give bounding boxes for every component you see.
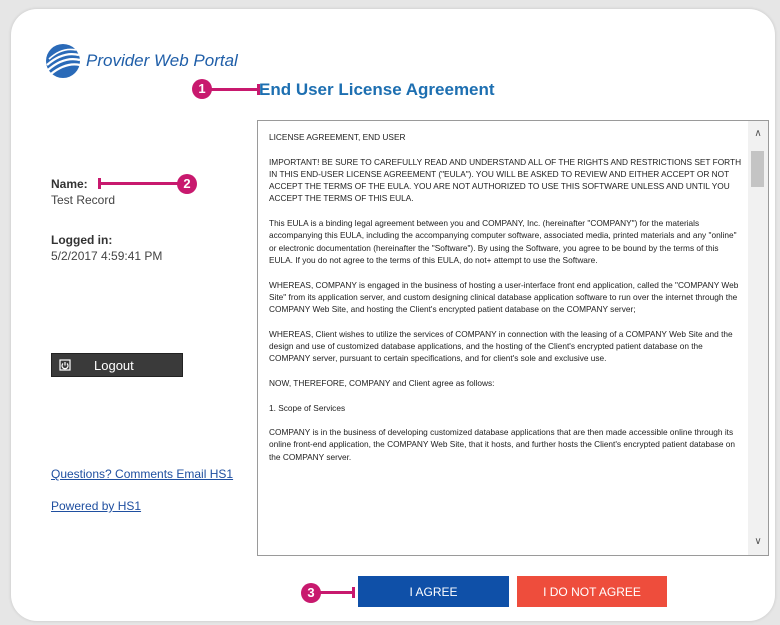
eula-paragraph: IMPORTANT! BE SURE TO CAREFULLY READ AND… bbox=[269, 156, 742, 204]
callout-2-line bbox=[99, 182, 179, 185]
eula-paragraph: LICENSE AGREEMENT, END USER bbox=[269, 132, 406, 142]
logout-label: Logout bbox=[94, 357, 134, 373]
questions-email-link[interactable]: Questions? Comments Email HS1 bbox=[51, 467, 233, 481]
power-icon bbox=[52, 359, 78, 371]
eula-paragraph: This EULA is a binding legal agreement b… bbox=[269, 218, 737, 265]
eula-paragraph: WHEREAS, COMPANY is engaged in the busin… bbox=[269, 279, 739, 315]
callout-1-line bbox=[211, 88, 258, 91]
portal-card: Provider Web Portal 1 End User License A… bbox=[11, 9, 775, 621]
brand-name: Provider Web Portal bbox=[86, 51, 238, 70]
eula-text: LICENSE AGREEMENT, END USER IMPORTANT! BE… bbox=[258, 121, 742, 555]
name-value: Test Record bbox=[51, 193, 116, 207]
callout-1-badge: 1 bbox=[192, 79, 212, 99]
eula-paragraph: 1. Scope of Services bbox=[269, 402, 346, 413]
callout-3-line bbox=[320, 591, 353, 594]
name-label: Name: bbox=[51, 177, 88, 191]
eula-textbox[interactable]: LICENSE AGREEMENT, END USER IMPORTANT! BE… bbox=[257, 120, 769, 556]
callout-2-cap bbox=[98, 178, 101, 189]
callout-3-badge: 3 bbox=[301, 583, 321, 603]
powered-by-link[interactable]: Powered by HS1 bbox=[51, 499, 141, 513]
scroll-down-icon[interactable]: ∨ bbox=[751, 535, 765, 549]
disagree-button[interactable]: I DO NOT AGREE bbox=[517, 576, 667, 607]
scroll-up-icon[interactable]: ∧ bbox=[751, 127, 765, 141]
page-title: End User License Agreement bbox=[259, 80, 495, 99]
logged-in-label: Logged in: bbox=[51, 233, 113, 247]
callout-2-badge: 2 bbox=[177, 174, 197, 194]
agree-button[interactable]: I AGREE bbox=[358, 576, 509, 607]
scroll-thumb[interactable] bbox=[751, 151, 764, 187]
logout-button[interactable]: Logout bbox=[51, 353, 183, 377]
globe-logo-icon bbox=[46, 44, 81, 78]
eula-paragraph: WHEREAS, Client wishes to utilize the se… bbox=[269, 328, 733, 364]
logged-in-value: 5/2/2017 4:59:41 PM bbox=[51, 249, 163, 263]
eula-scrollbar[interactable]: ∧ ∨ bbox=[748, 121, 768, 555]
eula-paragraph: COMPANY is in the business of developing… bbox=[269, 427, 736, 462]
callout-3-cap bbox=[352, 587, 355, 598]
eula-paragraph: NOW, THEREFORE, COMPANY and Client agree… bbox=[269, 377, 495, 388]
